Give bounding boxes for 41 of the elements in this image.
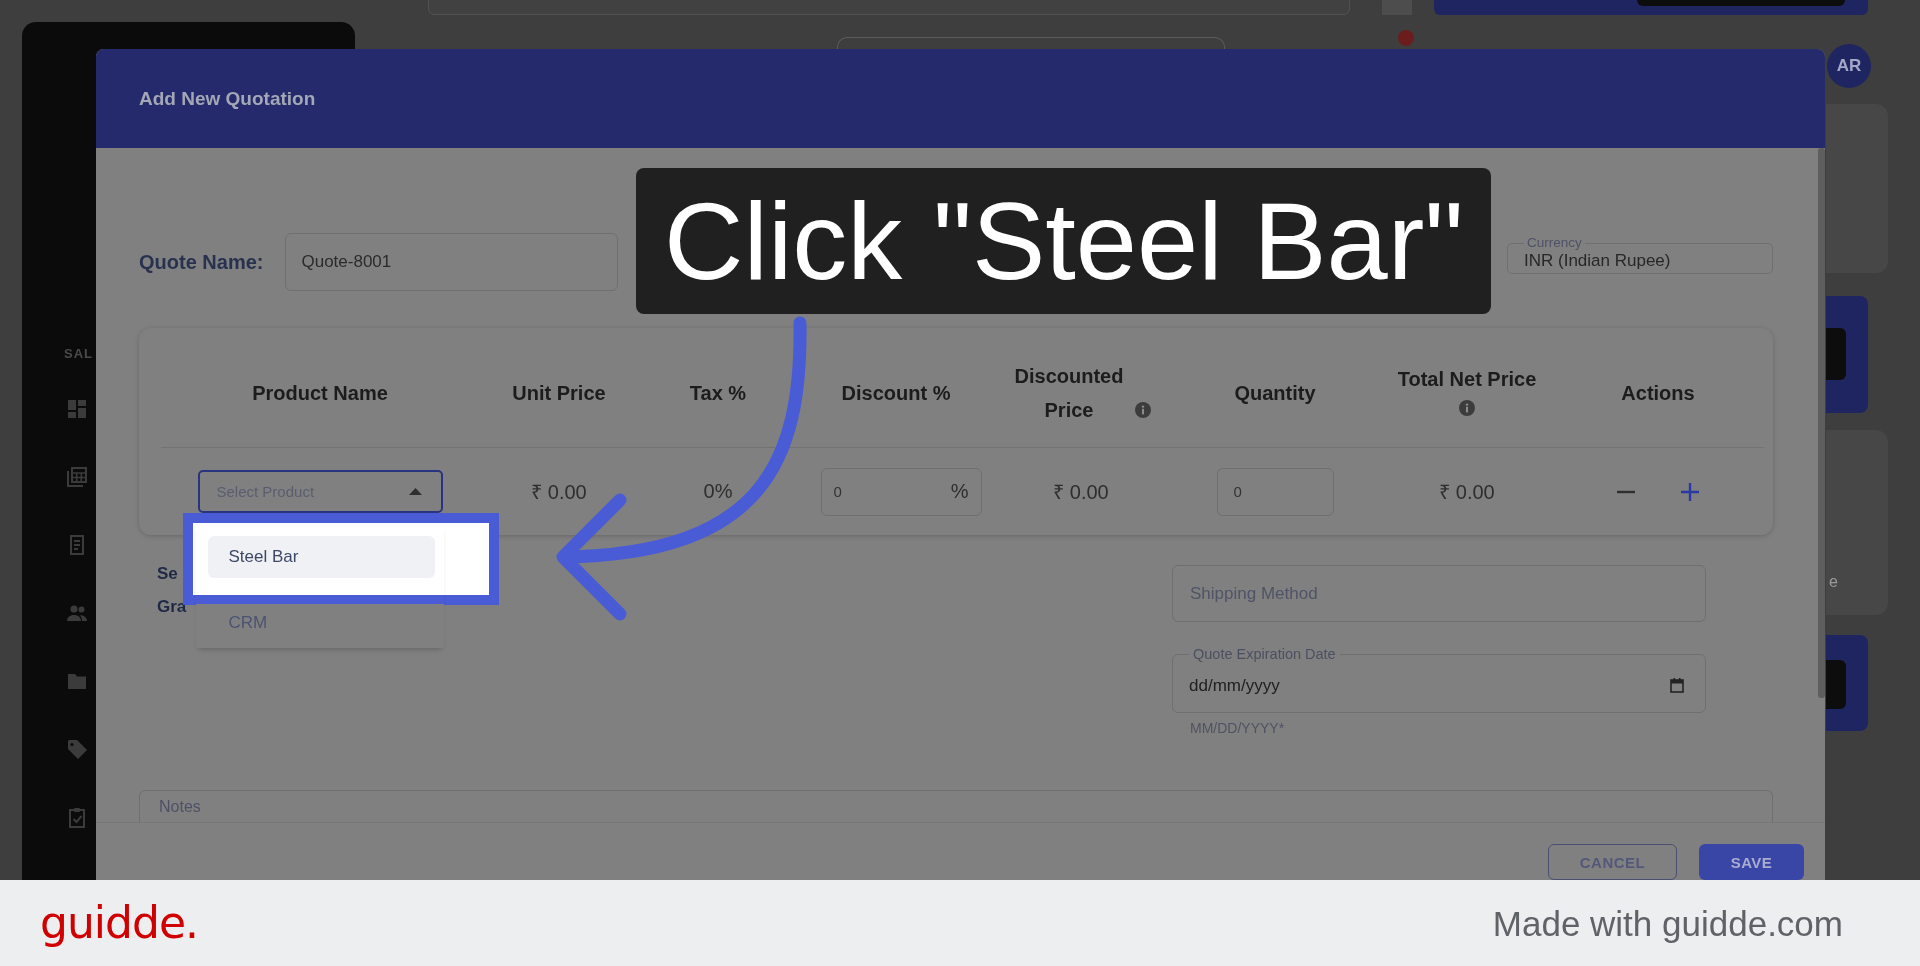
column-header: Quantity [1234, 381, 1316, 406]
dashboard-icon[interactable] [66, 398, 88, 420]
total-net-price: ₹ 0.00 [1439, 480, 1495, 505]
field-label: Gra [157, 596, 187, 618]
column-header: Tax % [689, 381, 747, 406]
panel-button[interactable] [1637, 0, 1845, 6]
avatar[interactable]: AR [1827, 44, 1871, 88]
field-label: Se [157, 563, 178, 585]
column-header: Unit Price [512, 381, 606, 406]
column-header: Discount % [841, 381, 951, 406]
caret-up-icon [408, 488, 422, 495]
column-header: Product Name [252, 381, 388, 406]
info-icon[interactable] [1459, 399, 1475, 416]
instruction-callout: Click "Steel Bar" [636, 168, 1492, 314]
scrollbar-thumb[interactable] [1818, 148, 1825, 698]
credit-text: Made with guidde.com [1492, 905, 1843, 941]
calendar-icon[interactable] [1670, 678, 1684, 693]
card-text: e [1829, 573, 1838, 590]
table-icon[interactable] [66, 466, 88, 488]
discounted-price: ₹ 0.00 [1053, 480, 1109, 505]
column-header: Actions [1621, 381, 1695, 406]
quantity-field[interactable]: 0 [1216, 467, 1334, 516]
clipboard-check-icon[interactable] [66, 806, 88, 828]
quote-name-field[interactable]: Quote-8001 [285, 233, 619, 291]
info-icon[interactable] [1134, 402, 1151, 418]
discount-field[interactable]: 0 % [820, 467, 982, 516]
panel-button[interactable] [1826, 328, 1846, 380]
field-label: Quote Name: [139, 250, 264, 274]
tax-rate: 0% [703, 480, 733, 503]
column-header: Discounted Price [1013, 364, 1125, 423]
unit-price: ₹ 0.00 [531, 480, 587, 505]
tag-icon[interactable] [66, 738, 88, 760]
sidebar-section-label: SAL [64, 347, 93, 361]
dropdown-option[interactable]: Steel Bar [207, 536, 435, 578]
brand-logo[interactable]: guidde. [40, 901, 198, 945]
column-header: Total Net Price [1397, 366, 1537, 392]
plus-icon[interactable] [1680, 481, 1700, 502]
save-button[interactable]: SAVE [1699, 844, 1804, 880]
dialog-title: Add New Quotation [139, 87, 316, 110]
panel-button[interactable] [1826, 660, 1846, 709]
notification-dot-icon [1398, 30, 1414, 46]
